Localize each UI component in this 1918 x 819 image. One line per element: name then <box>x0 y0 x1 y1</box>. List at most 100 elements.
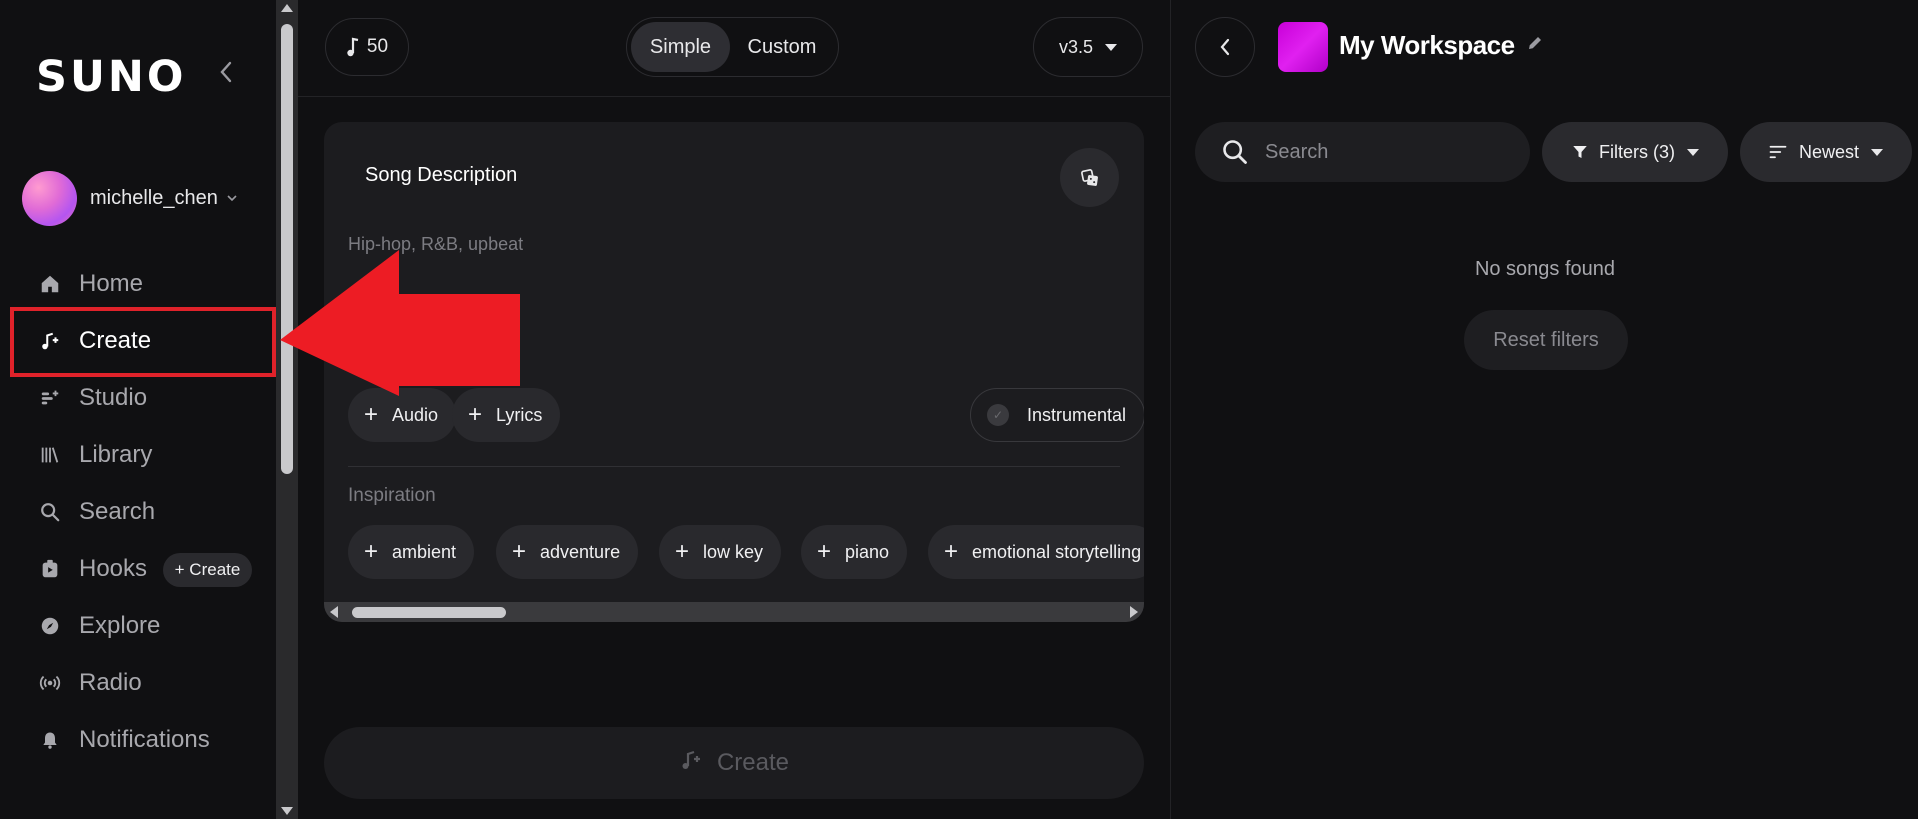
filter-icon <box>1573 146 1587 158</box>
create-toolbar: 50 Simple Custom v3.5 <box>298 0 1170 97</box>
sidebar-item-label: Hooks <box>79 554 148 582</box>
inspiration-tag-label: piano <box>845 541 890 562</box>
search-icon <box>1223 140 1247 164</box>
user-menu[interactable]: michelle_chen <box>22 171 237 226</box>
caret-down-icon <box>1105 43 1118 51</box>
mode-custom-button[interactable]: Custom <box>730 22 834 72</box>
add-audio-label: Audio <box>392 404 439 425</box>
instrumental-toggle[interactable]: ✓ Instrumental <box>970 388 1144 442</box>
workspace-panel: My Workspace Filters (3) Newest No songs… <box>1170 0 1918 819</box>
plus-icon: + <box>675 538 690 565</box>
inspiration-tag-label: low key <box>703 541 764 562</box>
workspace-search[interactable] <box>1195 122 1530 182</box>
library-icon <box>38 443 62 467</box>
sidebar-item-explore[interactable]: Explore <box>10 597 274 654</box>
create-song-label: Create <box>716 749 790 776</box>
sort-button[interactable]: Newest <box>1740 122 1912 182</box>
music-note-icon <box>347 37 359 57</box>
inspiration-tag-label: ambient <box>392 541 457 562</box>
inspiration-scroll-thumb[interactable] <box>352 607 506 618</box>
plus-icon: + <box>944 538 959 565</box>
sidebar-item-home[interactable]: Home <box>10 255 274 312</box>
sidebar-item-label: Radio <box>79 668 142 696</box>
chevron-down-icon <box>227 195 237 202</box>
logo-row: SUNO <box>36 52 186 102</box>
compass-icon <box>38 614 62 638</box>
annotation-arrow-icon <box>280 250 520 396</box>
add-lyrics-label: Lyrics <box>496 404 543 425</box>
suno-logo[interactable]: SUNO <box>36 52 186 102</box>
hooks-icon <box>38 557 62 581</box>
sidebar: SUNO michelle_chen Home Create Studio Li… <box>0 0 276 819</box>
radio-icon <box>38 671 62 695</box>
song-description-title: Song Description <box>365 164 518 186</box>
dice-icon <box>1080 168 1098 186</box>
plus-icon: + <box>817 538 832 565</box>
back-button[interactable] <box>1195 17 1255 77</box>
empty-state-message: No songs found <box>1474 258 1616 280</box>
scroll-down-arrow-icon[interactable] <box>281 807 293 815</box>
sort-icon <box>1769 145 1787 159</box>
sidebar-item-label: Library <box>79 440 153 468</box>
create-music-icon <box>679 748 703 779</box>
scroll-thumb[interactable] <box>281 24 293 474</box>
inspiration-tag-piano[interactable]: + piano <box>801 525 908 579</box>
inspiration-label: Inspiration <box>348 485 436 506</box>
hooks-create-button[interactable]: + Create <box>163 553 252 587</box>
sidebar-item-studio[interactable]: Studio <box>10 369 274 426</box>
mode-toggle: Simple Custom <box>626 17 839 77</box>
instrumental-label: Instrumental <box>1027 404 1127 425</box>
inspiration-scrollbar[interactable] <box>324 602 1144 622</box>
credits-button[interactable]: 50 <box>325 18 409 76</box>
sidebar-item-radio[interactable]: Radio <box>10 654 274 711</box>
collapse-sidebar-button[interactable] <box>212 58 240 86</box>
sidebar-item-notifications[interactable]: Notifications <box>10 711 274 768</box>
sidebar-item-library[interactable]: Library <box>10 426 274 483</box>
home-icon <box>38 272 62 296</box>
add-lyrics-button[interactable]: + Lyrics <box>452 388 561 442</box>
plus-icon: + <box>364 401 379 428</box>
inspiration-tag-label: adventure <box>540 541 621 562</box>
username: michelle_chen <box>90 187 218 209</box>
sidebar-scrollbar[interactable] <box>276 0 298 819</box>
filters-button[interactable]: Filters (3) <box>1542 122 1728 182</box>
inspiration-tag-label: emotional storytelling <box>972 541 1142 562</box>
chevron-left-icon <box>1220 38 1230 56</box>
chevron-left-icon <box>220 61 232 83</box>
scroll-left-arrow-icon[interactable] <box>330 606 338 618</box>
sidebar-item-label: Notifications <box>79 725 210 753</box>
credits-count: 50 <box>366 36 389 57</box>
create-song-button[interactable]: Create <box>324 727 1144 799</box>
inspiration-tag-low-key[interactable]: + low key <box>659 525 782 579</box>
add-audio-button[interactable]: + Audio <box>348 388 457 442</box>
search-input[interactable] <box>1265 140 1505 164</box>
studio-icon <box>38 386 62 410</box>
sidebar-item-search[interactable]: Search <box>10 483 274 540</box>
sidebar-item-label: Explore <box>79 611 161 639</box>
bell-icon <box>38 728 62 752</box>
edit-workspace-button[interactable] <box>1526 34 1544 57</box>
scroll-right-arrow-icon[interactable] <box>1130 606 1138 618</box>
sort-label: Newest <box>1798 141 1860 162</box>
plus-icon: + <box>512 538 527 565</box>
create-highlight-box <box>10 307 276 377</box>
reset-filters-button[interactable]: Reset filters <box>1464 310 1628 370</box>
pencil-icon <box>1529 37 1541 49</box>
workspace-title: My Workspace <box>1339 30 1515 60</box>
divider <box>348 466 1120 467</box>
sidebar-item-label: Studio <box>79 383 148 411</box>
plus-icon: + <box>364 538 379 565</box>
sidebar-item-label: Search <box>79 497 156 525</box>
inspiration-tag-emotional-storytelling[interactable]: + emotional storytelling <box>928 525 1144 579</box>
scroll-up-arrow-icon[interactable] <box>281 4 293 12</box>
filters-label: Filters (3) <box>1599 141 1675 162</box>
search-icon <box>38 500 62 524</box>
randomize-button[interactable] <box>1060 148 1119 207</box>
caret-down-icon <box>1871 148 1884 156</box>
plus-icon: + <box>468 401 483 428</box>
inspiration-tag-adventure[interactable]: + adventure <box>496 525 639 579</box>
caret-down-icon <box>1687 148 1699 156</box>
mode-simple-button[interactable]: Simple <box>631 22 730 72</box>
inspiration-tag-ambient[interactable]: + ambient <box>348 525 475 579</box>
model-version-select[interactable]: v3.5 <box>1033 17 1143 77</box>
